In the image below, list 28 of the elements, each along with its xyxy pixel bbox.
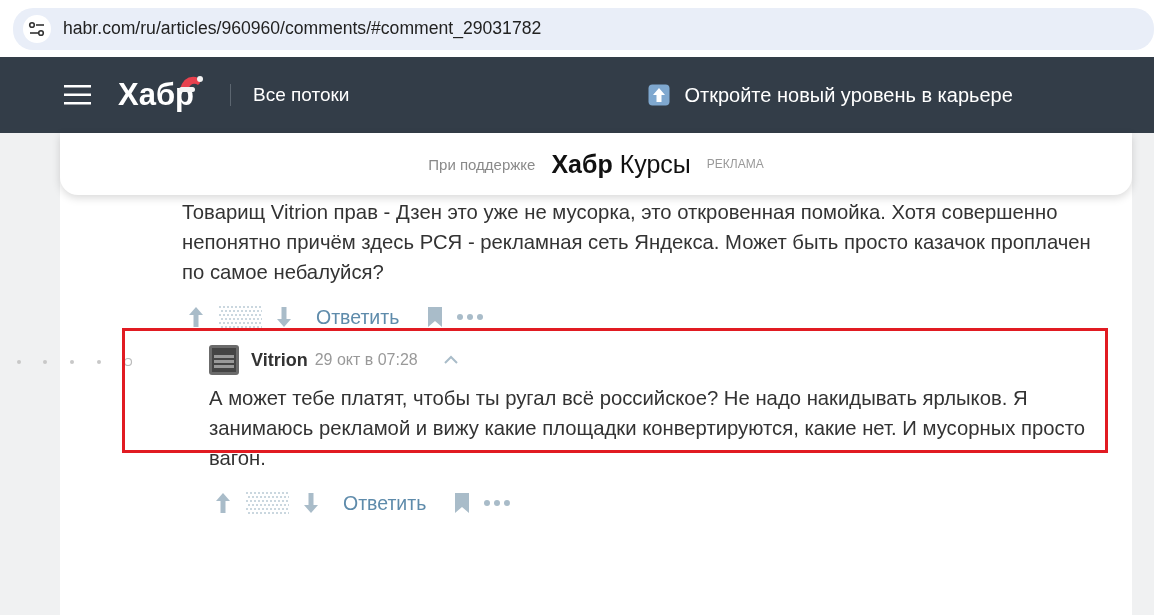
upvote-icon[interactable] bbox=[188, 306, 204, 328]
reply-link[interactable]: Ответить bbox=[316, 305, 400, 329]
url-text: habr.com/ru/articles/960960/comments/#comment_29031782 bbox=[63, 18, 542, 39]
bookmark-icon[interactable] bbox=[454, 492, 471, 514]
ad-label: РЕКЛАМА bbox=[706, 157, 764, 171]
site-settings-icon[interactable] bbox=[23, 14, 51, 43]
sponsor-label: При поддержке bbox=[428, 155, 536, 173]
promo-link[interactable]: Откройте новый уровень в карьере bbox=[684, 83, 1013, 107]
menu-icon[interactable] bbox=[64, 85, 91, 105]
more-icon[interactable] bbox=[457, 314, 484, 320]
hidden-score-icon bbox=[218, 305, 262, 329]
more-icon[interactable] bbox=[484, 500, 511, 506]
comment-author[interactable]: Vitrion bbox=[251, 349, 308, 371]
reply-link[interactable]: Ответить bbox=[343, 491, 427, 515]
avatar-icon[interactable] bbox=[209, 345, 239, 375]
downvote-icon[interactable] bbox=[276, 306, 292, 328]
bookmark-icon[interactable] bbox=[427, 306, 444, 328]
comment-text: Товарищ Vitrion прав - Дзен это уже не мусорка, это откровенная помойка. Хотя совершенно непонятно причём здесь РСЯ - рекламная сеть Яндекса. Может быть просто казачок проплачен по самое небалуйся? bbox=[182, 200, 1092, 285]
collapse-chevron-icon[interactable] bbox=[442, 355, 459, 365]
sponsor-brand[interactable]: Хабр Курсы bbox=[551, 149, 691, 179]
hidden-score-icon bbox=[245, 491, 289, 515]
site-logo[interactable]: Хабр bbox=[118, 77, 194, 113]
downvote-icon[interactable] bbox=[303, 492, 319, 514]
address-bar[interactable]: habr.com/ru/articles/960960/comments/#comment_29031782 bbox=[13, 7, 1154, 50]
nav-link[interactable]: Все потоки bbox=[253, 84, 350, 106]
upvote-icon[interactable] bbox=[215, 492, 231, 514]
comment-text: А может тебе платят, чтобы ты ругал всё российское? Не надо накидывать ярлыков. Я занимаюсь рекламой и вижу какие площадки конвертируются, какие нет. И мусорных просто вагон. bbox=[209, 386, 1087, 471]
sponsor-banner[interactable]: При поддержке Хабр Курсы РЕКЛАМА bbox=[60, 133, 1132, 195]
